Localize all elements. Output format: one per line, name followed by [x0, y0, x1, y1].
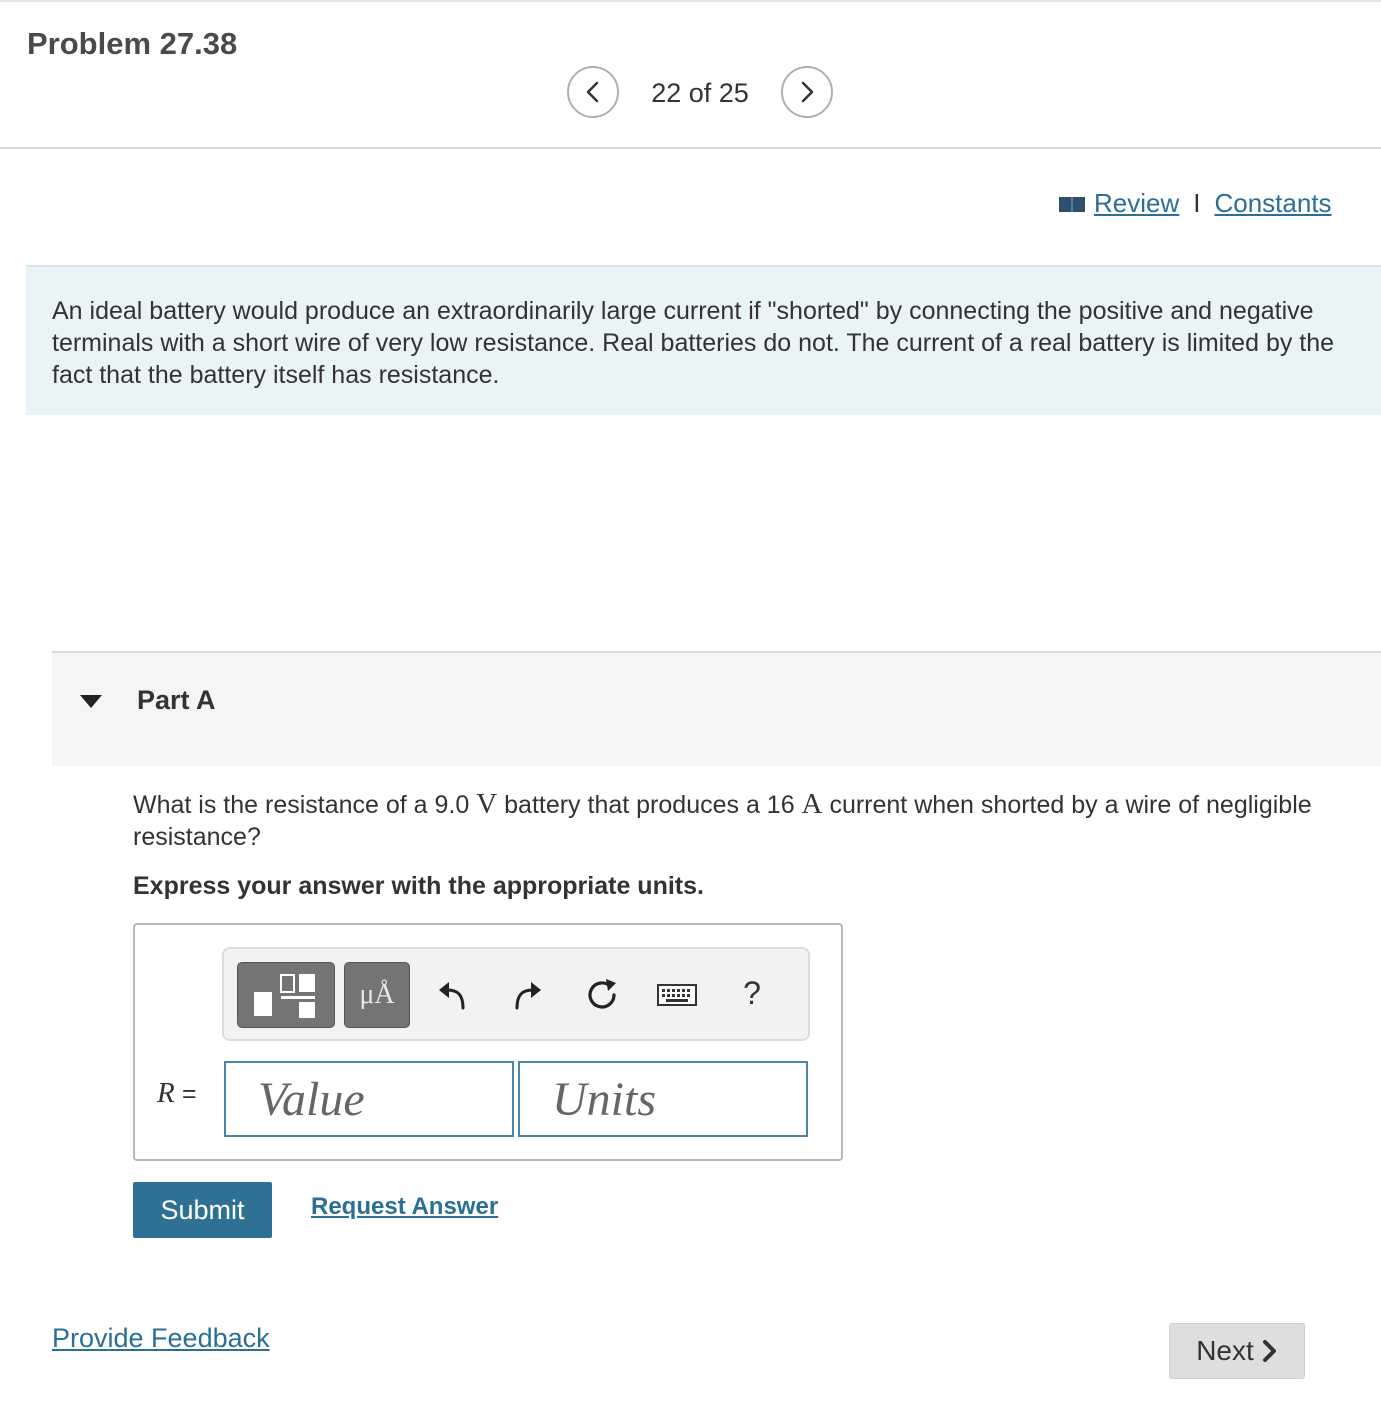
- question-mid: battery that produces a 16: [497, 791, 802, 819]
- help-button[interactable]: ?: [732, 973, 772, 1013]
- undo-icon[interactable]: [432, 975, 472, 1015]
- collapse-triangle-icon[interactable]: [80, 695, 102, 709]
- equals-sign: =: [181, 1080, 197, 1108]
- provide-feedback-link[interactable]: Provide Feedback: [52, 1323, 270, 1354]
- intro-text: An ideal battery would produce an extrao…: [52, 297, 1335, 389]
- templates-button[interactable]: [237, 962, 335, 1028]
- answer-variable-label: R =: [157, 1077, 197, 1110]
- fraction-template-icon: [254, 974, 315, 1018]
- next-button[interactable]: Next: [1169, 1323, 1305, 1379]
- units-button[interactable]: μÅ: [344, 962, 410, 1028]
- intro-panel: An ideal battery would produce an extrao…: [26, 265, 1381, 415]
- previous-problem-button[interactable]: [567, 66, 619, 118]
- constants-link[interactable]: Constants: [1214, 188, 1331, 219]
- volt-unit-symbol: V: [476, 788, 498, 820]
- link-separator: I: [1193, 188, 1201, 218]
- chevron-right-icon: [1262, 1339, 1278, 1363]
- header-divider: [0, 147, 1381, 149]
- chevron-right-icon: [801, 81, 814, 103]
- book-icon: [1059, 196, 1085, 212]
- problem-counter: 22 of 25: [651, 78, 749, 108]
- reset-icon[interactable]: [582, 975, 622, 1015]
- redo-icon[interactable]: [508, 975, 548, 1015]
- question-pre: What is the resistance of a 9.0: [133, 791, 477, 819]
- next-problem-button[interactable]: [781, 66, 833, 118]
- problem-title: Problem 27.38: [27, 26, 238, 61]
- units-input[interactable]: [518, 1061, 808, 1137]
- top-divider: [0, 0, 1381, 2]
- answer-box: μÅ ? R = Value Units: [133, 923, 843, 1161]
- keyboard-icon[interactable]: [656, 975, 698, 1015]
- variable-symbol: R: [157, 1077, 175, 1109]
- math-toolbar: μÅ ?: [222, 947, 810, 1041]
- value-input[interactable]: [224, 1061, 514, 1137]
- next-button-label: Next: [1196, 1335, 1254, 1366]
- answer-instruction: Express your answer with the appropriate…: [133, 872, 704, 900]
- submit-button[interactable]: Submit: [133, 1182, 272, 1238]
- request-answer-link[interactable]: Request Answer: [311, 1193, 498, 1221]
- chevron-left-icon: [586, 81, 599, 103]
- ampere-unit-symbol: A: [801, 788, 823, 820]
- review-link[interactable]: Review: [1094, 188, 1179, 219]
- resource-links: Review I Constants: [1058, 188, 1332, 219]
- part-label: Part A: [137, 685, 216, 715]
- question-text: What is the resistance of a 9.0 V batter…: [133, 788, 1373, 853]
- part-a-header: Part A: [52, 651, 1381, 766]
